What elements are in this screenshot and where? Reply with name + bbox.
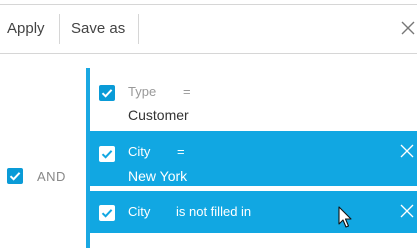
filter-condition-selected[interactable]: City is not filled in <box>90 191 417 233</box>
condition-checkbox[interactable] <box>99 85 115 101</box>
condition-checkbox[interactable] <box>99 205 115 221</box>
filter-condition-selected[interactable]: City = New York <box>90 131 417 186</box>
filter-condition[interactable]: Type = Customer <box>90 74 417 128</box>
checkmark-icon <box>9 172 21 181</box>
remove-condition-icon[interactable] <box>400 204 414 218</box>
condition-field[interactable]: City <box>128 144 150 159</box>
checkmark-icon <box>101 89 113 98</box>
toolbar-separator <box>59 14 60 44</box>
condition-field[interactable]: City <box>128 204 150 219</box>
condition-field[interactable]: Type <box>128 84 156 99</box>
group-operator: AND <box>7 168 66 184</box>
remove-condition-icon[interactable] <box>400 144 414 158</box>
apply-button[interactable]: Apply <box>7 19 45 39</box>
group-operator-label[interactable]: AND <box>37 169 66 184</box>
toolbar-top-divider <box>0 4 417 5</box>
checkmark-icon <box>101 209 113 218</box>
condition-checkbox[interactable] <box>99 146 115 162</box>
close-icon[interactable] <box>399 17 415 39</box>
condition-value[interactable]: Customer <box>128 107 189 123</box>
filter-toolbar: Apply Save as <box>0 0 417 55</box>
condition-operator[interactable]: = <box>177 144 185 159</box>
toolbar-separator <box>138 14 139 44</box>
condition-value[interactable]: New York <box>128 168 187 184</box>
condition-operator[interactable]: = <box>183 84 191 99</box>
save-as-button[interactable]: Save as <box>71 19 125 39</box>
toolbar-bottom-divider <box>0 53 417 54</box>
group-checkbox[interactable] <box>7 168 23 184</box>
condition-operator[interactable]: is not filled in <box>176 204 251 219</box>
checkmark-icon <box>101 150 113 159</box>
